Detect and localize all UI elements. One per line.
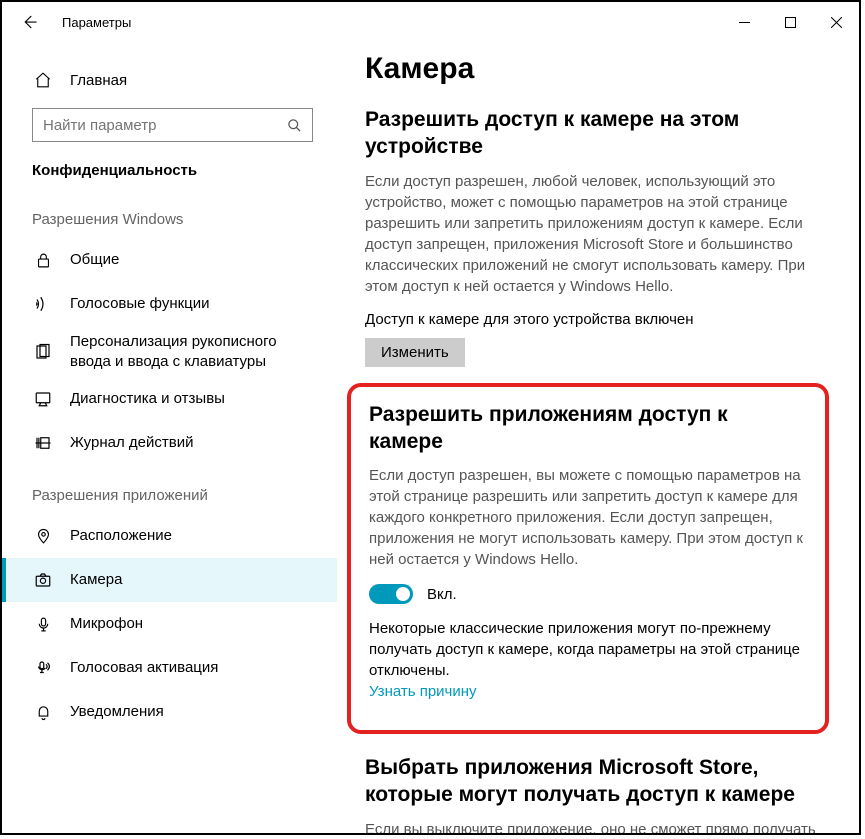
sidebar-item-label: Персонализация рукописного ввода и ввода… — [70, 332, 309, 371]
feedback-icon — [32, 390, 54, 408]
search-box[interactable] — [32, 108, 313, 142]
sidebar-item-activity[interactable]: Журнал действий — [2, 421, 337, 465]
group-apps-label: Разрешения приложений — [2, 465, 337, 514]
apps-access-note-text: Некоторые классические приложения могут … — [369, 620, 800, 679]
page-title: Камера — [365, 52, 829, 86]
section-choose-apps-heading: Выбрать приложения Microsoft Store, кото… — [365, 754, 829, 809]
highlight-box: Разрешить приложениям доступ к камере Ес… — [347, 383, 829, 735]
sidebar-item-location[interactable]: Расположение — [2, 514, 337, 558]
microphone-icon — [32, 616, 54, 633]
inking-icon — [32, 343, 54, 361]
apps-access-note: Некоторые классические приложения могут … — [369, 618, 807, 702]
window-title: Параметры — [62, 15, 131, 30]
sidebar-item-label: Камера — [70, 570, 122, 590]
sidebar-home[interactable]: Главная — [2, 60, 337, 100]
sidebar-item-microphone[interactable]: Микрофон — [2, 602, 337, 646]
sidebar-item-label: Голосовая активация — [70, 658, 218, 678]
activity-icon — [32, 434, 54, 452]
sidebar-item-diagnostics[interactable]: Диагностика и отзывы — [2, 377, 337, 421]
device-access-status: Доступ к камере для этого устройства вкл… — [365, 311, 829, 328]
section-allow-device-desc: Если доступ разрешен, любой человек, исп… — [365, 171, 829, 297]
sidebar-item-speech[interactable]: Голосовые функции — [2, 282, 337, 326]
change-button[interactable]: Изменить — [365, 338, 465, 367]
voice-activation-icon — [32, 659, 54, 677]
sidebar-item-label: Общие — [70, 250, 119, 270]
section-allow-apps-desc: Если доступ разрешен, вы можете с помощь… — [369, 465, 807, 570]
notifications-icon — [32, 704, 54, 721]
home-icon — [32, 71, 54, 89]
sidebar-item-label: Журнал действий — [70, 433, 193, 453]
toggle-row: Вкл. — [369, 584, 807, 604]
sidebar-item-notifications[interactable]: Уведомления — [2, 690, 337, 734]
apps-access-toggle[interactable] — [369, 584, 413, 604]
sidebar-item-label: Расположение — [70, 526, 172, 546]
toggle-label: Вкл. — [427, 586, 457, 603]
maximize-button[interactable] — [767, 6, 813, 38]
section-choose-apps-desc: Если вы выключите приложение, оно не смо… — [365, 819, 829, 833]
lock-icon — [32, 252, 54, 269]
sidebar-item-camera[interactable]: Камера — [2, 558, 337, 602]
window-controls — [721, 6, 859, 38]
speech-icon — [32, 295, 54, 313]
location-icon — [32, 528, 54, 545]
minimize-button[interactable] — [721, 6, 767, 38]
sidebar-item-label: Диагностика и отзывы — [70, 389, 225, 409]
search-input[interactable] — [43, 117, 287, 134]
learn-why-link[interactable]: Узнать причину — [369, 683, 477, 700]
sidebar-item-label: Голосовые функции — [70, 294, 210, 314]
settings-window: Параметры Главная — [0, 0, 861, 835]
sidebar: Главная Конфиденциальность Разрешения Wi… — [2, 42, 337, 833]
sidebar-home-label: Главная — [70, 72, 127, 89]
sidebar-item-label: Микрофон — [70, 614, 143, 634]
section-label: Конфиденциальность — [2, 156, 337, 189]
sidebar-item-general[interactable]: Общие — [2, 238, 337, 282]
camera-icon — [32, 571, 54, 589]
close-button[interactable] — [813, 6, 859, 38]
titlebar: Параметры — [2, 2, 859, 42]
sidebar-item-inking[interactable]: Персонализация рукописного ввода и ввода… — [2, 326, 337, 377]
back-button[interactable] — [20, 7, 50, 37]
sidebar-item-voice-activation[interactable]: Голосовая активация — [2, 646, 337, 690]
sidebar-item-label: Уведомления — [70, 702, 164, 722]
main-content: Камера Разрешить доступ к камере на этом… — [337, 42, 859, 833]
section-allow-device-heading: Разрешить доступ к камере на этом устрой… — [365, 106, 829, 161]
section-allow-apps-heading: Разрешить приложениям доступ к камере — [369, 401, 807, 456]
group-windows-label: Разрешения Windows — [2, 189, 337, 238]
search-icon — [287, 118, 302, 133]
